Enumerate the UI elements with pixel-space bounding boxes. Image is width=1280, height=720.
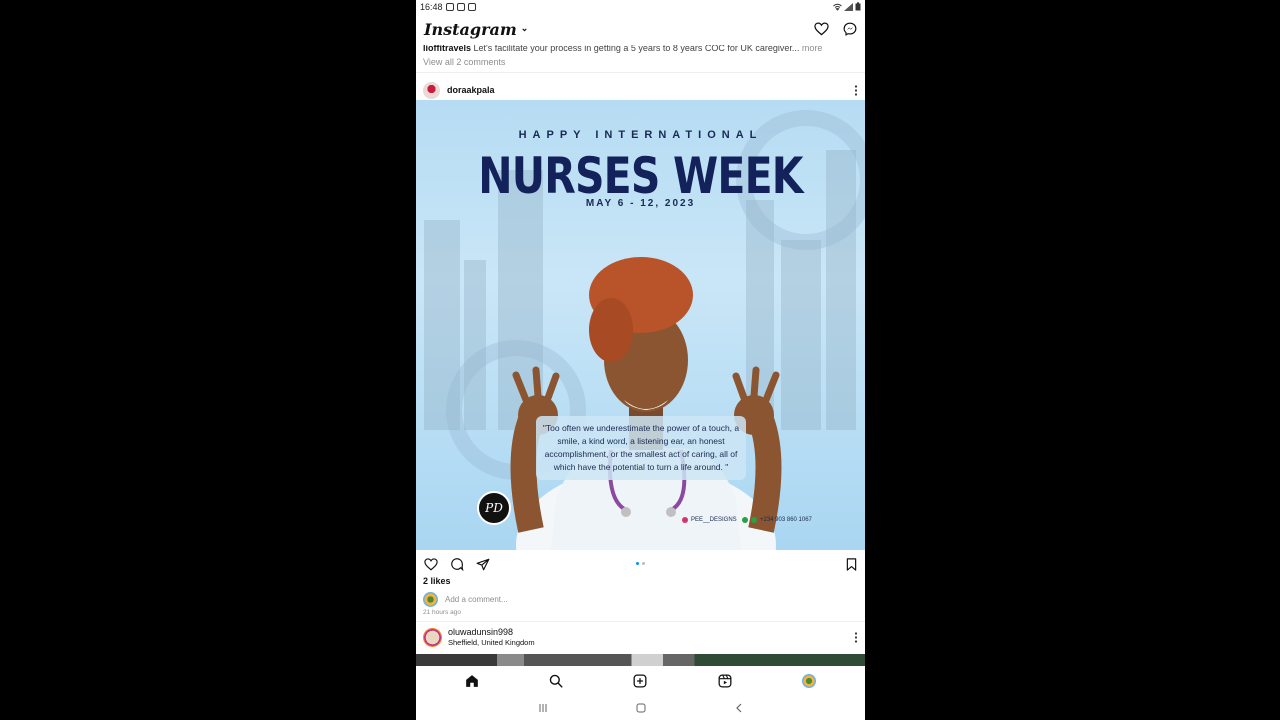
chevron-down-icon: ⌄ bbox=[520, 24, 529, 34]
carousel-indicator bbox=[636, 562, 645, 565]
reels-icon[interactable] bbox=[718, 674, 732, 688]
comment-icon[interactable] bbox=[450, 557, 464, 571]
instagram-notification-icon bbox=[456, 2, 465, 11]
phone-icon bbox=[751, 517, 757, 523]
view-all-comments-link[interactable]: View all 2 comments bbox=[416, 55, 865, 69]
post-actions bbox=[416, 553, 865, 575]
divider bbox=[416, 621, 865, 622]
more-options-icon[interactable] bbox=[854, 84, 858, 96]
add-comment-row[interactable]: Add a comment... bbox=[423, 592, 508, 607]
messenger-icon[interactable] bbox=[843, 22, 857, 36]
likes-count[interactable]: 2 likes bbox=[423, 576, 451, 586]
divider bbox=[416, 72, 865, 73]
system-navigation bbox=[416, 696, 865, 720]
post-image[interactable]: HAPPY INTERNATIONAL NURSES WEEK MAY 6 - … bbox=[416, 100, 865, 550]
bottom-navigation bbox=[416, 666, 865, 696]
my-avatar bbox=[423, 592, 438, 607]
designer-logo-badge: PD bbox=[477, 491, 511, 525]
avatar[interactable] bbox=[423, 627, 442, 647]
search-icon[interactable] bbox=[549, 674, 563, 688]
whatsapp-notification-icon bbox=[445, 2, 454, 11]
recents-icon[interactable] bbox=[538, 703, 548, 713]
carousel-dot bbox=[642, 562, 645, 565]
instagram-icon bbox=[682, 517, 688, 523]
post-username[interactable]: doraakpala bbox=[447, 85, 495, 95]
home-icon[interactable] bbox=[465, 674, 479, 688]
battery-icon bbox=[855, 2, 861, 11]
post-image-title: NURSES WEEK bbox=[478, 147, 803, 205]
post-timestamp: 21 hours ago bbox=[423, 609, 461, 616]
designer-handle-text: PEE__DESIGNS bbox=[691, 517, 737, 523]
like-heart-icon[interactable] bbox=[424, 557, 438, 571]
home-button-icon[interactable] bbox=[636, 703, 646, 713]
nurse-illustration bbox=[510, 257, 782, 550]
next-post-image[interactable] bbox=[416, 654, 865, 666]
next-post-header: oluwadunsin998 Sheffield, United Kingdom bbox=[423, 627, 858, 647]
status-bar: 16:48 bbox=[416, 0, 865, 13]
bookmark-icon[interactable] bbox=[846, 557, 857, 571]
gallery-notification-icon bbox=[467, 2, 476, 11]
next-post-location[interactable]: Sheffield, United Kingdom bbox=[448, 638, 535, 647]
previous-caption-text: Let's facilitate your process in getting… bbox=[473, 45, 800, 53]
phone-screen: 16:48 Instagram ⌄ lioffitravels Let's fa… bbox=[416, 0, 865, 720]
wifi-icon bbox=[833, 3, 842, 11]
designer-phone: +234 903 860 1067 bbox=[742, 517, 812, 523]
designer-phone-text: +234 903 860 1067 bbox=[760, 517, 812, 523]
app-title: Instagram bbox=[424, 19, 517, 39]
previous-caption-user[interactable]: lioffitravels bbox=[423, 45, 471, 53]
post-image-quote: "Too often we underestimate the power of… bbox=[536, 416, 746, 480]
post-image-subtitle: HAPPY INTERNATIONAL bbox=[518, 129, 763, 141]
previous-caption-more[interactable]: more bbox=[802, 45, 823, 53]
avatar[interactable] bbox=[423, 81, 440, 99]
profile-icon[interactable] bbox=[801, 674, 816, 688]
previous-post-caption: lioffitravels Let's facilitate your proc… bbox=[416, 45, 865, 55]
share-icon[interactable] bbox=[476, 558, 490, 571]
create-icon[interactable] bbox=[633, 674, 647, 688]
back-icon[interactable] bbox=[734, 703, 744, 713]
add-comment-input[interactable]: Add a comment... bbox=[445, 595, 508, 604]
more-options-icon[interactable] bbox=[854, 631, 858, 643]
heart-icon[interactable] bbox=[814, 22, 829, 36]
next-post-username[interactable]: oluwadunsin998 bbox=[448, 627, 535, 637]
status-time: 16:48 bbox=[420, 1, 443, 12]
app-header: Instagram ⌄ bbox=[416, 13, 865, 45]
carousel-dot-active bbox=[636, 562, 639, 565]
signal-icon bbox=[844, 2, 853, 11]
instagram-logo[interactable]: Instagram ⌄ bbox=[424, 20, 528, 39]
designer-handle: PEE__DESIGNS bbox=[682, 517, 737, 523]
whatsapp-icon bbox=[742, 517, 748, 523]
